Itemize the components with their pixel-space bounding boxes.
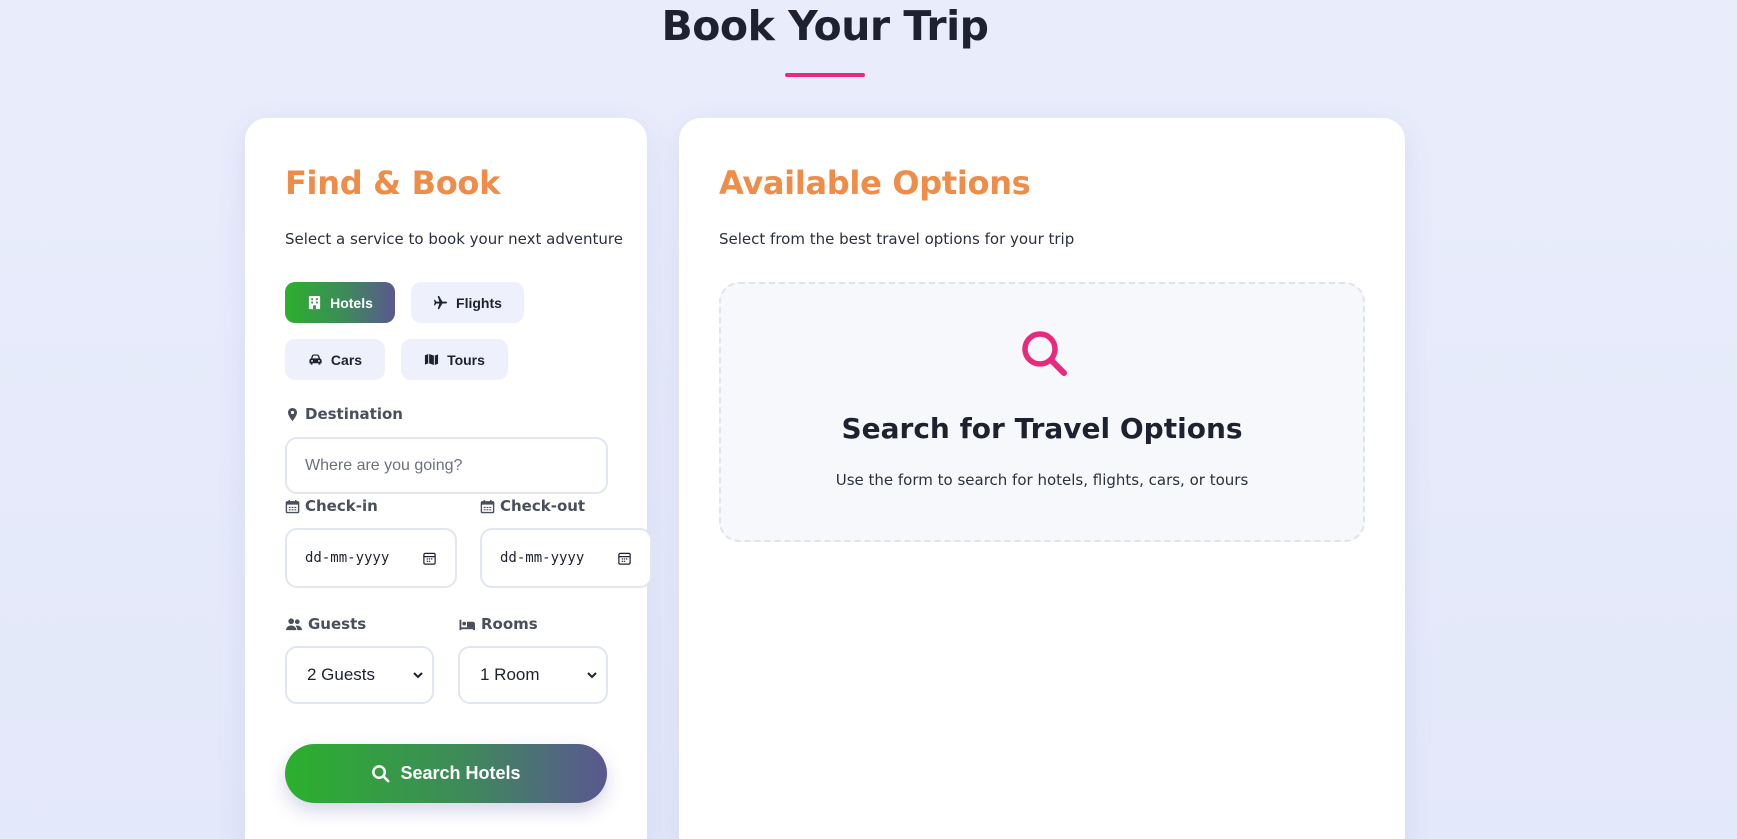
empty-state: Search for Travel Options Use the form t… bbox=[719, 282, 1365, 542]
guests-select[interactable]: 2 Guests bbox=[285, 646, 434, 704]
destination-input[interactable] bbox=[285, 437, 608, 494]
destination-label: Destination bbox=[285, 405, 403, 423]
guests-label-text: Guests bbox=[308, 615, 367, 633]
booking-form-heading: Find & Book bbox=[285, 164, 501, 202]
check-out-date-input[interactable]: dd-mm-yyyy bbox=[480, 528, 652, 588]
bed-icon bbox=[459, 619, 475, 630]
service-tab-label: Tours bbox=[447, 351, 485, 368]
plane-icon bbox=[433, 295, 448, 310]
check-out-label-text: Check-out bbox=[500, 497, 586, 515]
check-out-label: Check-out bbox=[480, 497, 585, 515]
service-tab-label: Cars bbox=[330, 351, 363, 368]
search-icon bbox=[1022, 331, 1067, 376]
service-tab-flights[interactable]: Flights bbox=[411, 282, 524, 323]
calendar-icon bbox=[285, 499, 300, 513]
users-icon bbox=[286, 617, 302, 630]
title-underline bbox=[785, 73, 865, 77]
calendar-picker-icon[interactable] bbox=[422, 551, 437, 566]
guests-select-value: 2 Guests bbox=[307, 665, 376, 684]
chevron-down-icon bbox=[587, 672, 597, 679]
results-heading: Available Options bbox=[719, 164, 1031, 202]
results-subtitle: Select from the best travel options for … bbox=[719, 230, 1075, 248]
rooms-label-text: Rooms bbox=[481, 615, 538, 633]
service-tab-label: Flights bbox=[456, 294, 502, 311]
service-tab-cars[interactable]: Cars bbox=[285, 339, 385, 380]
check-in-label-text: Check-in bbox=[305, 497, 378, 515]
rooms-label: Rooms bbox=[458, 615, 538, 633]
destination-label-text: Destination bbox=[305, 405, 403, 423]
search-hotels-button[interactable]: Search Hotels bbox=[285, 744, 607, 803]
calendar-picker-icon[interactable] bbox=[617, 551, 632, 566]
building-icon bbox=[308, 295, 321, 310]
map-pin-icon bbox=[288, 407, 297, 421]
service-tab-hotels[interactable]: Hotels bbox=[285, 282, 395, 323]
check-in-date-value: dd-mm-yyyy bbox=[305, 550, 390, 566]
service-tab-tours[interactable]: Tours bbox=[401, 339, 508, 380]
results-card: Available Options Select from the best t… bbox=[679, 118, 1405, 839]
service-tab-label: Hotels bbox=[330, 294, 373, 311]
booking-form-subtitle: Select a service to book your next adven… bbox=[285, 230, 623, 248]
chevron-down-icon bbox=[413, 672, 423, 679]
calendar-icon bbox=[480, 499, 495, 513]
check-out-date-value: dd-mm-yyyy bbox=[500, 550, 585, 566]
guests-label: Guests bbox=[285, 615, 366, 633]
search-button-label: Search Hotels bbox=[400, 763, 521, 783]
empty-state-text: Use the form to search for hotels, fligh… bbox=[835, 471, 1249, 489]
check-in-label: Check-in bbox=[285, 497, 378, 515]
booking-form-card: Find & Book Select a service to book you… bbox=[245, 118, 652, 839]
check-in-date-input[interactable]: dd-mm-yyyy bbox=[285, 528, 457, 588]
search-icon bbox=[372, 765, 390, 783]
car-icon bbox=[309, 354, 322, 365]
rooms-select-value: 1 Room bbox=[480, 665, 540, 684]
map-icon bbox=[425, 353, 439, 366]
page-title: Book Your Trip bbox=[661, 2, 990, 50]
rooms-select[interactable]: 1 Room bbox=[458, 646, 608, 704]
empty-state-title: Search for Travel Options bbox=[841, 412, 1243, 445]
